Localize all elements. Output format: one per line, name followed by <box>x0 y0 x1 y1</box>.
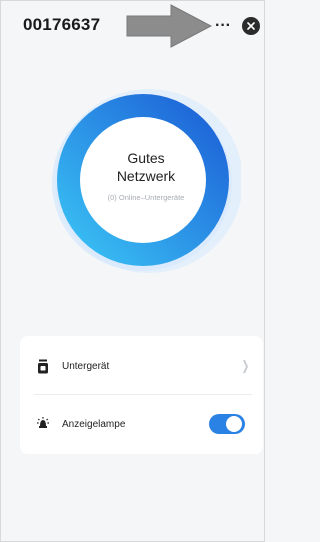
toggle-knob <box>226 416 242 432</box>
app-screen: 00176637 ··· Gutes Netzwerk (0) Online–U… <box>0 0 265 542</box>
chevron-right-icon: ❯ <box>241 358 250 373</box>
header-bar: 00176637 ··· <box>1 1 266 53</box>
subdevice-icon <box>36 358 50 374</box>
arrow-icon <box>126 4 213 48</box>
indicator-lamp-toggle[interactable] <box>209 414 245 434</box>
network-status-title: Gutes Netzwerk <box>116 150 176 184</box>
network-status: Gutes Netzwerk (0) Online–Untergeräte <box>46 83 241 278</box>
more-options-button[interactable]: ··· <box>212 15 234 37</box>
device-title: 00176637 <box>23 15 101 34</box>
indicator-lamp-label: Anzeigelampe <box>62 418 126 430</box>
close-icon <box>247 22 255 30</box>
subdevice-row[interactable]: Untergerät ❯ <box>20 338 263 394</box>
indicator-lamp-row: Anzeigelampe <box>20 396 263 452</box>
online-subdevice-count: (0) Online–Untergeräte <box>107 193 185 202</box>
settings-card: Untergerät ❯ Anzeigelampe <box>20 336 263 454</box>
close-button[interactable] <box>242 17 260 35</box>
more-icon: ··· <box>215 17 231 34</box>
lamp-icon <box>36 416 50 432</box>
divider <box>34 394 252 395</box>
subdevice-label: Untergerät <box>62 360 110 372</box>
